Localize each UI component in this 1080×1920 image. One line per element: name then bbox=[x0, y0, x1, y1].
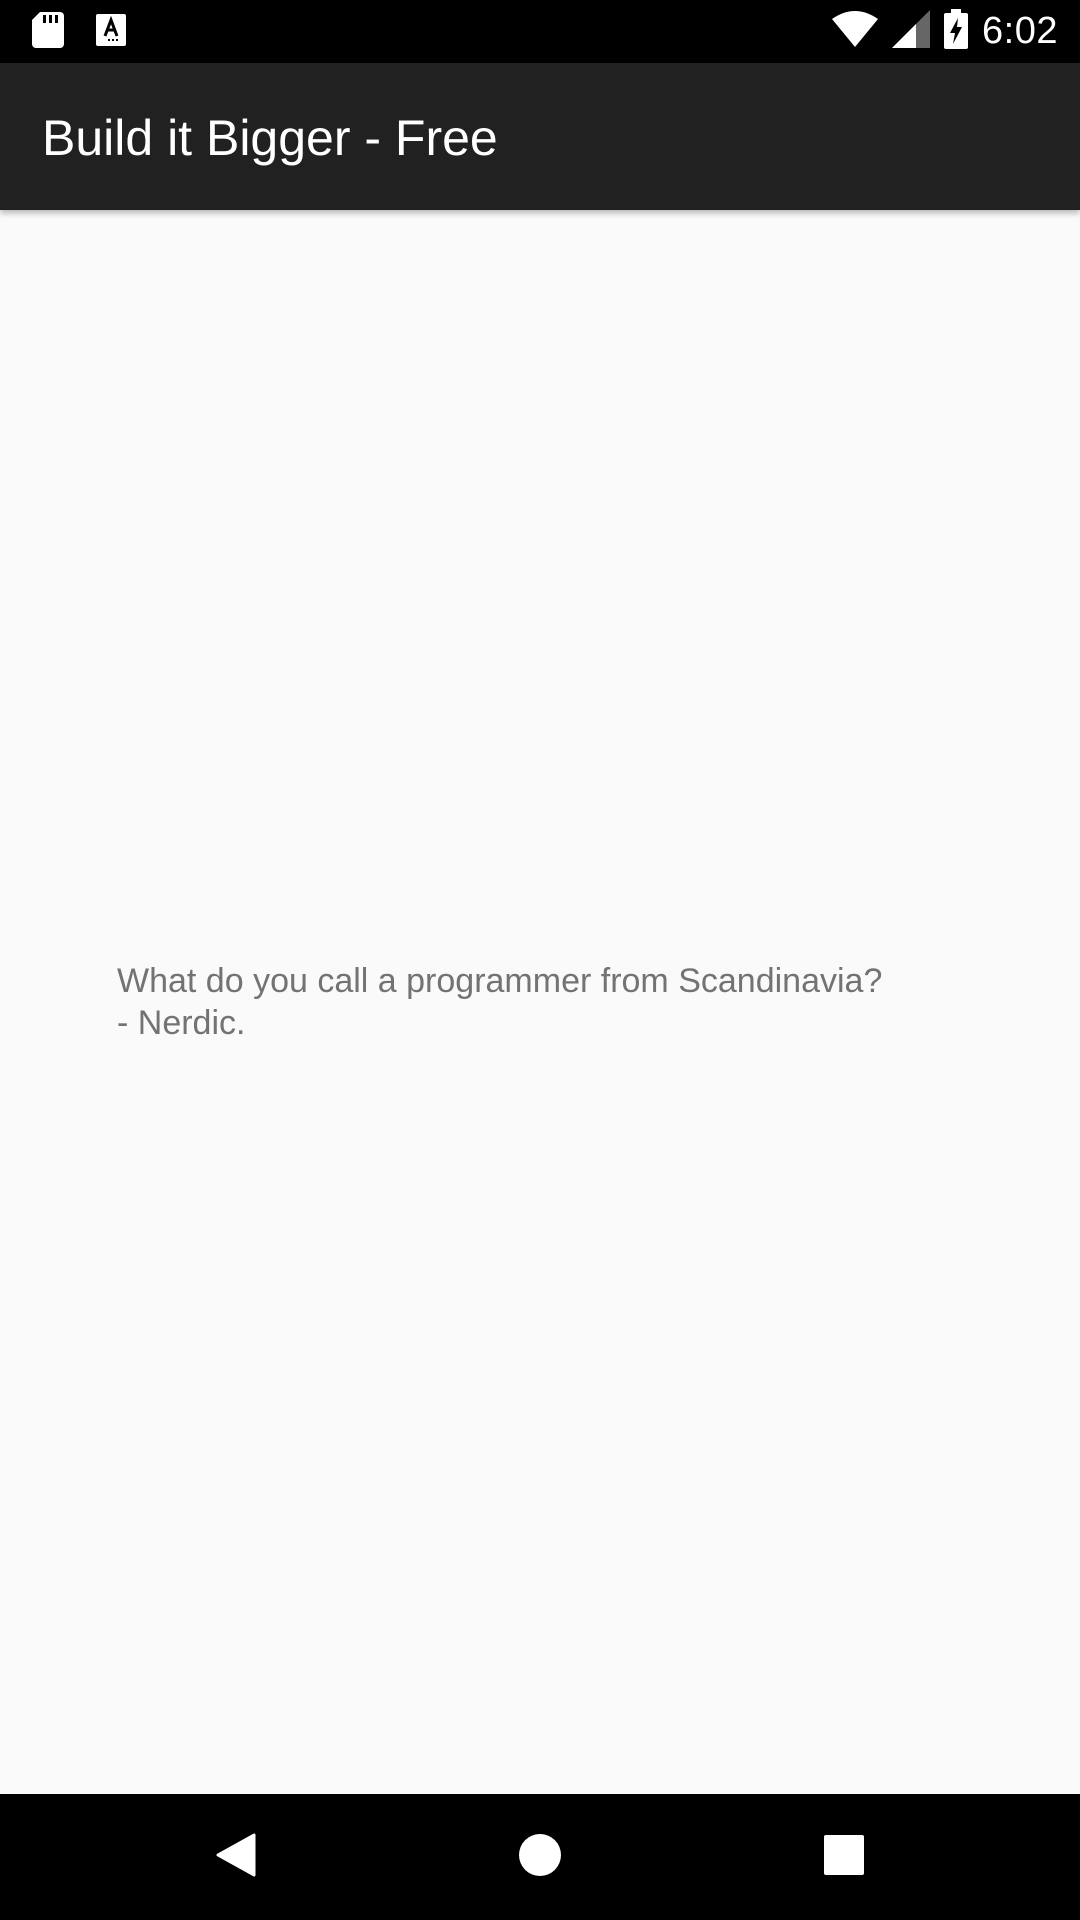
app-title: Build it Bigger - Free bbox=[42, 110, 498, 166]
home-button[interactable] bbox=[500, 1817, 580, 1897]
status-left-icons bbox=[32, 11, 126, 53]
recents-button[interactable] bbox=[804, 1817, 884, 1897]
status-right-icons: 6:02 bbox=[832, 0, 1058, 63]
wifi-icon bbox=[832, 11, 879, 52]
text-a-icon bbox=[96, 13, 126, 51]
navigation-bar bbox=[0, 1794, 1080, 1920]
back-icon bbox=[216, 1833, 256, 1882]
battery-charging-icon bbox=[944, 9, 969, 54]
joke-answer: - Nerdic. bbox=[117, 1004, 246, 1042]
status-bar: 6:02 bbox=[0, 0, 1080, 63]
joke-question: What do you call a programmer from Scand… bbox=[117, 962, 883, 1000]
status-time: 6:02 bbox=[982, 10, 1058, 52]
sd-card-icon bbox=[32, 11, 64, 53]
screen: 6:02 Build it Bigger - Free What do you … bbox=[0, 0, 1080, 1920]
back-button[interactable] bbox=[196, 1817, 276, 1897]
app-bar: Build it Bigger - Free bbox=[0, 63, 1080, 210]
main-content: What do you call a programmer from Scand… bbox=[0, 210, 1080, 1794]
joke-text: What do you call a programmer from Scand… bbox=[117, 960, 977, 1044]
signal-icon bbox=[892, 10, 931, 53]
home-icon bbox=[518, 1833, 562, 1882]
recents-icon bbox=[824, 1834, 864, 1880]
